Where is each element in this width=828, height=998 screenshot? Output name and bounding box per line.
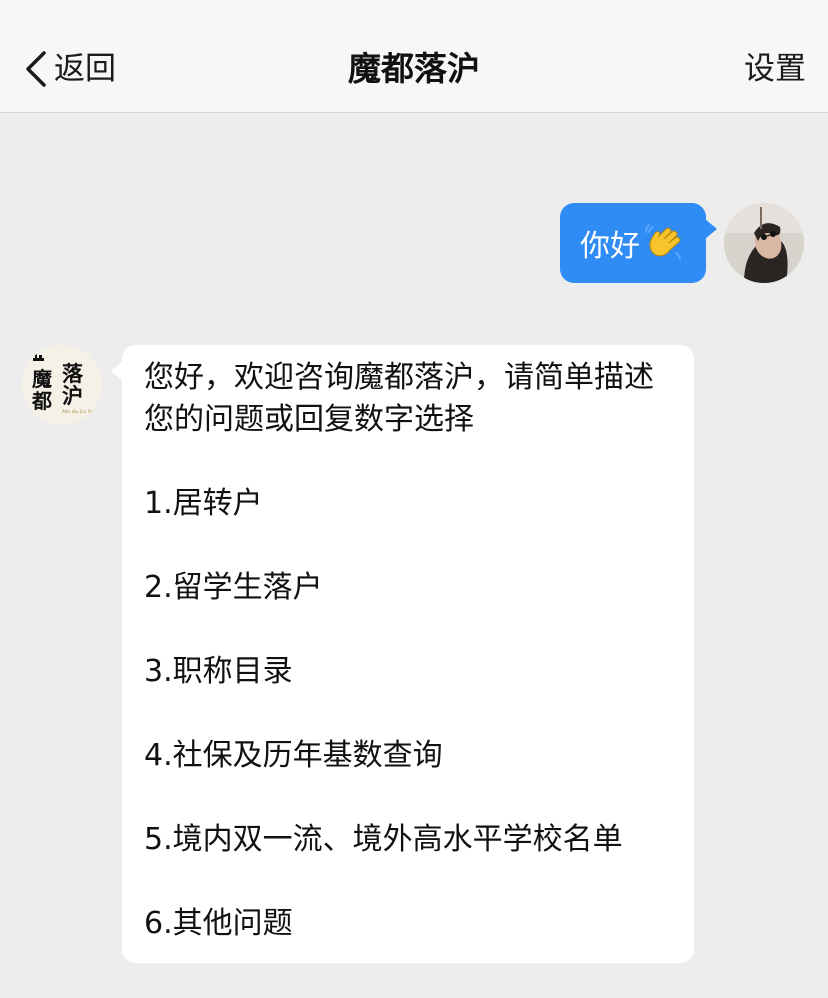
outgoing-text: 你好 — [580, 229, 640, 264]
waving-hand-icon — [645, 224, 681, 260]
modu-luohu-logo: 魔 都 落 沪 Mo du Lu hu — [22, 345, 102, 425]
user-avatar[interactable] — [724, 203, 804, 283]
logo-text-du: 都 — [31, 389, 52, 413]
logo-text-mo: 魔 — [32, 367, 52, 391]
option-item[interactable]: 6.其他问题 — [144, 903, 670, 945]
settings-button[interactable]: 设置 — [744, 44, 806, 94]
logo-text-hu: 沪 — [62, 384, 83, 408]
option-item[interactable]: 3.职称目录 — [144, 651, 670, 693]
logo-small-text: Mo du Lu hu — [61, 409, 94, 415]
option-item[interactable]: 2.留学生落户 — [144, 567, 670, 609]
option-item[interactable]: 4.社保及历年基数查询 — [144, 735, 670, 777]
outgoing-bubble[interactable]: 你好 — [560, 203, 717, 283]
option-list: 1.居转户 2.留学生落户 3.职称目录 4.社保及历年基数查询 5.境内双一流… — [144, 483, 670, 945]
page-title: 魔都落沪 — [348, 49, 480, 88]
incoming-message: 魔 都 落 沪 Mo du Lu hu 您好，欢迎咨询魔都落沪，请简单描述您的问… — [22, 345, 694, 963]
welcome-text: 您好，欢迎咨询魔都落沪，请简单描述您的问题或回复数字选择 — [144, 360, 654, 437]
option-item[interactable]: 5.境内双一流、境外高水平学校名单 — [144, 819, 670, 861]
incoming-bubble[interactable]: 您好，欢迎咨询魔都落沪，请简单描述您的问题或回复数字选择 1.居转户 2.留学生… — [111, 345, 694, 963]
navigation-bar: 返回 魔都落沪 设置 — [0, 0, 828, 113]
bot-avatar[interactable]: 魔 都 落 沪 Mo du Lu hu — [22, 345, 102, 425]
user-photo — [724, 203, 804, 283]
outgoing-message: 你好 — [560, 203, 804, 283]
logo-text-luo: 落 — [62, 362, 84, 386]
option-item[interactable]: 1.居转户 — [144, 483, 670, 525]
